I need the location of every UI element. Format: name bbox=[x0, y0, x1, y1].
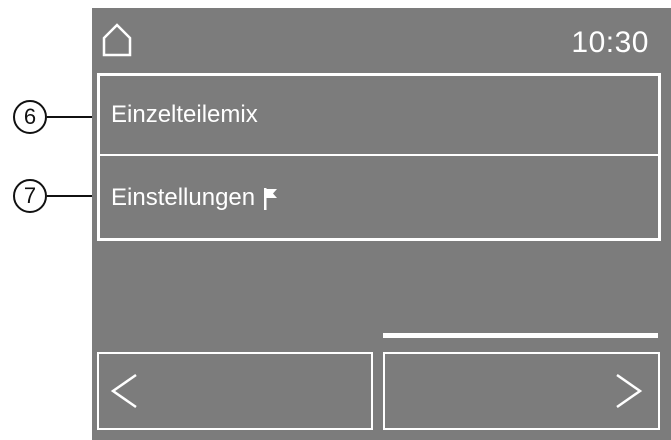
menu-item-einzelteilemix[interactable]: Einzelteilemix bbox=[100, 76, 658, 156]
device-display: 10:30 Einzelteilemix Einstellungen bbox=[92, 8, 671, 440]
clock: 10:30 bbox=[571, 26, 649, 59]
callout-number: 7 bbox=[13, 179, 47, 213]
chevron-right-icon bbox=[616, 373, 643, 409]
status-bar: 10:30 bbox=[92, 8, 671, 72]
menu-item-einstellungen[interactable]: Einstellungen bbox=[100, 158, 658, 238]
flag-icon bbox=[264, 188, 278, 210]
callout-number: 6 bbox=[13, 100, 47, 134]
menu-item-label: Einzelteilemix bbox=[111, 101, 258, 128]
callout-leader-line bbox=[47, 195, 97, 197]
callout-marker-7: 7 bbox=[0, 176, 97, 216]
menu-list: Einzelteilemix Einstellungen bbox=[97, 73, 661, 241]
home-icon[interactable] bbox=[102, 23, 132, 57]
back-button[interactable] bbox=[97, 352, 373, 430]
menu-item-label: Einstellungen bbox=[111, 184, 256, 211]
chevron-left-icon bbox=[110, 373, 137, 409]
scroll-indicator bbox=[383, 333, 658, 338]
callout-leader-line bbox=[47, 116, 97, 118]
callout-marker-6: 6 bbox=[0, 97, 97, 137]
forward-button[interactable] bbox=[383, 352, 660, 430]
